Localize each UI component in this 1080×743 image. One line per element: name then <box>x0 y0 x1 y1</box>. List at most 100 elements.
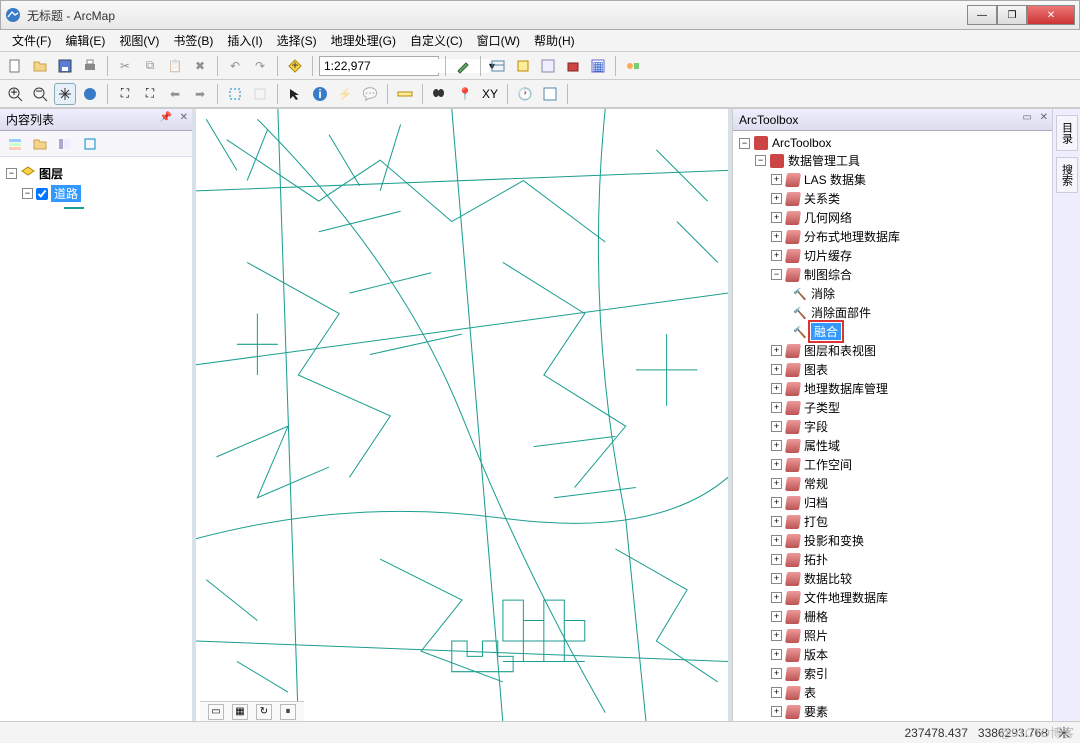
forward-button[interactable]: ➡ <box>189 83 211 105</box>
expander-icon[interactable]: + <box>771 611 782 622</box>
menu-edit[interactable]: 编辑(E) <box>59 30 111 51</box>
expander-icon[interactable]: + <box>771 174 782 185</box>
catalog-button[interactable] <box>512 55 534 77</box>
toolset-item[interactable]: +分布式地理数据库 <box>733 227 1052 246</box>
expander-icon[interactable]: + <box>771 345 782 356</box>
expander-icon[interactable]: + <box>771 478 782 489</box>
time-slider-button[interactable]: 🕐 <box>514 83 536 105</box>
expander-icon[interactable]: + <box>771 193 782 204</box>
expander-icon[interactable]: − <box>6 168 17 179</box>
list-by-source-button[interactable] <box>29 133 51 155</box>
maximize-button[interactable]: ❐ <box>997 5 1027 25</box>
expander-icon[interactable]: + <box>771 459 782 470</box>
expander-icon[interactable]: − <box>771 269 782 280</box>
toc-layer-label[interactable]: 道路 <box>51 185 81 202</box>
expander-icon[interactable]: + <box>771 383 782 394</box>
map-scale-combo[interactable]: 1: ▾ <box>319 56 439 76</box>
expander-icon[interactable]: + <box>771 212 782 223</box>
hyperlink-button[interactable]: ⚡ <box>334 83 356 105</box>
select-elements-button[interactable] <box>284 83 306 105</box>
expander-icon[interactable]: + <box>771 573 782 584</box>
arctoolbox-tree[interactable]: − ArcToolbox − 数据管理工具 +LAS 数据集 +关系类 +几何网… <box>733 131 1052 721</box>
measure-button[interactable] <box>394 83 416 105</box>
toolset-item[interactable]: +要素 <box>733 702 1052 721</box>
expander-icon[interactable]: − <box>739 138 750 149</box>
redo-button[interactable]: ↷ <box>249 55 271 77</box>
expander-icon[interactable]: + <box>771 649 782 660</box>
pin-icon[interactable]: 📌 <box>160 112 172 123</box>
expander-icon[interactable]: + <box>771 554 782 565</box>
delete-button[interactable]: ✖ <box>189 55 211 77</box>
clear-selection-button[interactable] <box>249 83 271 105</box>
add-data-button[interactable]: + <box>284 55 306 77</box>
expander-icon[interactable]: + <box>771 630 782 641</box>
expander-icon[interactable]: + <box>771 402 782 413</box>
expander-icon[interactable]: + <box>771 516 782 527</box>
print-button[interactable] <box>79 55 101 77</box>
toc-tree[interactable]: − 图层 − 道路 <box>0 157 192 721</box>
tool-eliminate[interactable]: 消除 <box>733 284 1052 303</box>
expander-icon[interactable]: + <box>771 592 782 603</box>
minimize-button[interactable]: — <box>967 5 997 25</box>
paste-button[interactable]: 📋 <box>164 55 186 77</box>
html-popup-button[interactable]: 💬 <box>359 83 381 105</box>
toolset-item[interactable]: +投影和变换 <box>733 531 1052 550</box>
menu-bookmarks[interactable]: 书签(B) <box>167 30 219 51</box>
toc-button[interactable] <box>487 55 509 77</box>
close-icon[interactable]: ✕ <box>1040 112 1048 123</box>
select-features-button[interactable] <box>224 83 246 105</box>
find-route-button[interactable]: 📍 <box>454 83 476 105</box>
toolset-item[interactable]: +图表 <box>733 360 1052 379</box>
cut-button[interactable]: ✂ <box>114 55 136 77</box>
go-to-xy-button[interactable]: XY <box>479 83 501 105</box>
close-icon[interactable]: ✕ <box>180 112 188 123</box>
layer-visibility-checkbox[interactable] <box>36 188 48 200</box>
layout-view-button[interactable]: ▦ <box>232 704 248 720</box>
menu-customize[interactable]: 自定义(C) <box>404 30 469 51</box>
expander-icon[interactable]: + <box>771 687 782 698</box>
toolset-item[interactable]: +工作空间 <box>733 455 1052 474</box>
pause-drawing-button[interactable]: ⏸ <box>280 704 296 720</box>
toolset-item[interactable]: +数据比较 <box>733 569 1052 588</box>
toolset-item[interactable]: +子类型 <box>733 398 1052 417</box>
toolset-item[interactable]: +文件地理数据库 <box>733 588 1052 607</box>
tab-catalog[interactable]: 目录 <box>1056 115 1078 151</box>
toolset-generalization[interactable]: −制图综合 <box>733 265 1052 284</box>
toolset-item[interactable]: +地理数据库管理 <box>733 379 1052 398</box>
pin-icon[interactable]: ▭ <box>1023 112 1032 123</box>
list-by-visibility-button[interactable] <box>54 133 76 155</box>
expander-icon[interactable]: − <box>22 188 33 199</box>
tool-eliminate-polygon-part[interactable]: 消除面部件 <box>733 303 1052 322</box>
python-button[interactable]: ▦ <box>587 55 609 77</box>
arctoolbox-button[interactable] <box>562 55 584 77</box>
expander-icon[interactable]: + <box>771 364 782 375</box>
refresh-button[interactable]: ↻ <box>256 704 272 720</box>
create-viewer-button[interactable] <box>539 83 561 105</box>
layer-symbol-swatch[interactable] <box>64 207 84 209</box>
expander-icon[interactable]: + <box>771 440 782 451</box>
identify-button[interactable]: i <box>309 83 331 105</box>
expander-icon[interactable]: + <box>771 706 782 717</box>
list-by-drawing-order-button[interactable] <box>4 133 26 155</box>
toolbox-data-management[interactable]: − 数据管理工具 <box>733 151 1052 170</box>
toolset-item[interactable]: +关系类 <box>733 189 1052 208</box>
menu-windows[interactable]: 窗口(W) <box>471 30 526 51</box>
expander-icon[interactable]: + <box>771 421 782 432</box>
toc-layer-row[interactable]: − 道路 <box>6 184 186 203</box>
toolset-item[interactable]: +打包 <box>733 512 1052 531</box>
expander-icon[interactable]: − <box>755 155 766 166</box>
new-button[interactable] <box>4 55 26 77</box>
toolset-item[interactable]: +照片 <box>733 626 1052 645</box>
toolset-item[interactable]: +版本 <box>733 645 1052 664</box>
toolset-item[interactable]: +图层和表视图 <box>733 341 1052 360</box>
toolset-item[interactable]: +几何网络 <box>733 208 1052 227</box>
expander-icon[interactable]: + <box>771 497 782 508</box>
menu-view[interactable]: 视图(V) <box>113 30 165 51</box>
toolset-item[interactable]: +常规 <box>733 474 1052 493</box>
data-view-button[interactable]: ▭ <box>208 704 224 720</box>
list-by-selection-button[interactable] <box>79 133 101 155</box>
expander-icon[interactable]: + <box>771 231 782 242</box>
open-button[interactable] <box>29 55 51 77</box>
pan-button[interactable] <box>54 83 76 105</box>
menu-geoprocessing[interactable]: 地理处理(G) <box>325 30 402 51</box>
